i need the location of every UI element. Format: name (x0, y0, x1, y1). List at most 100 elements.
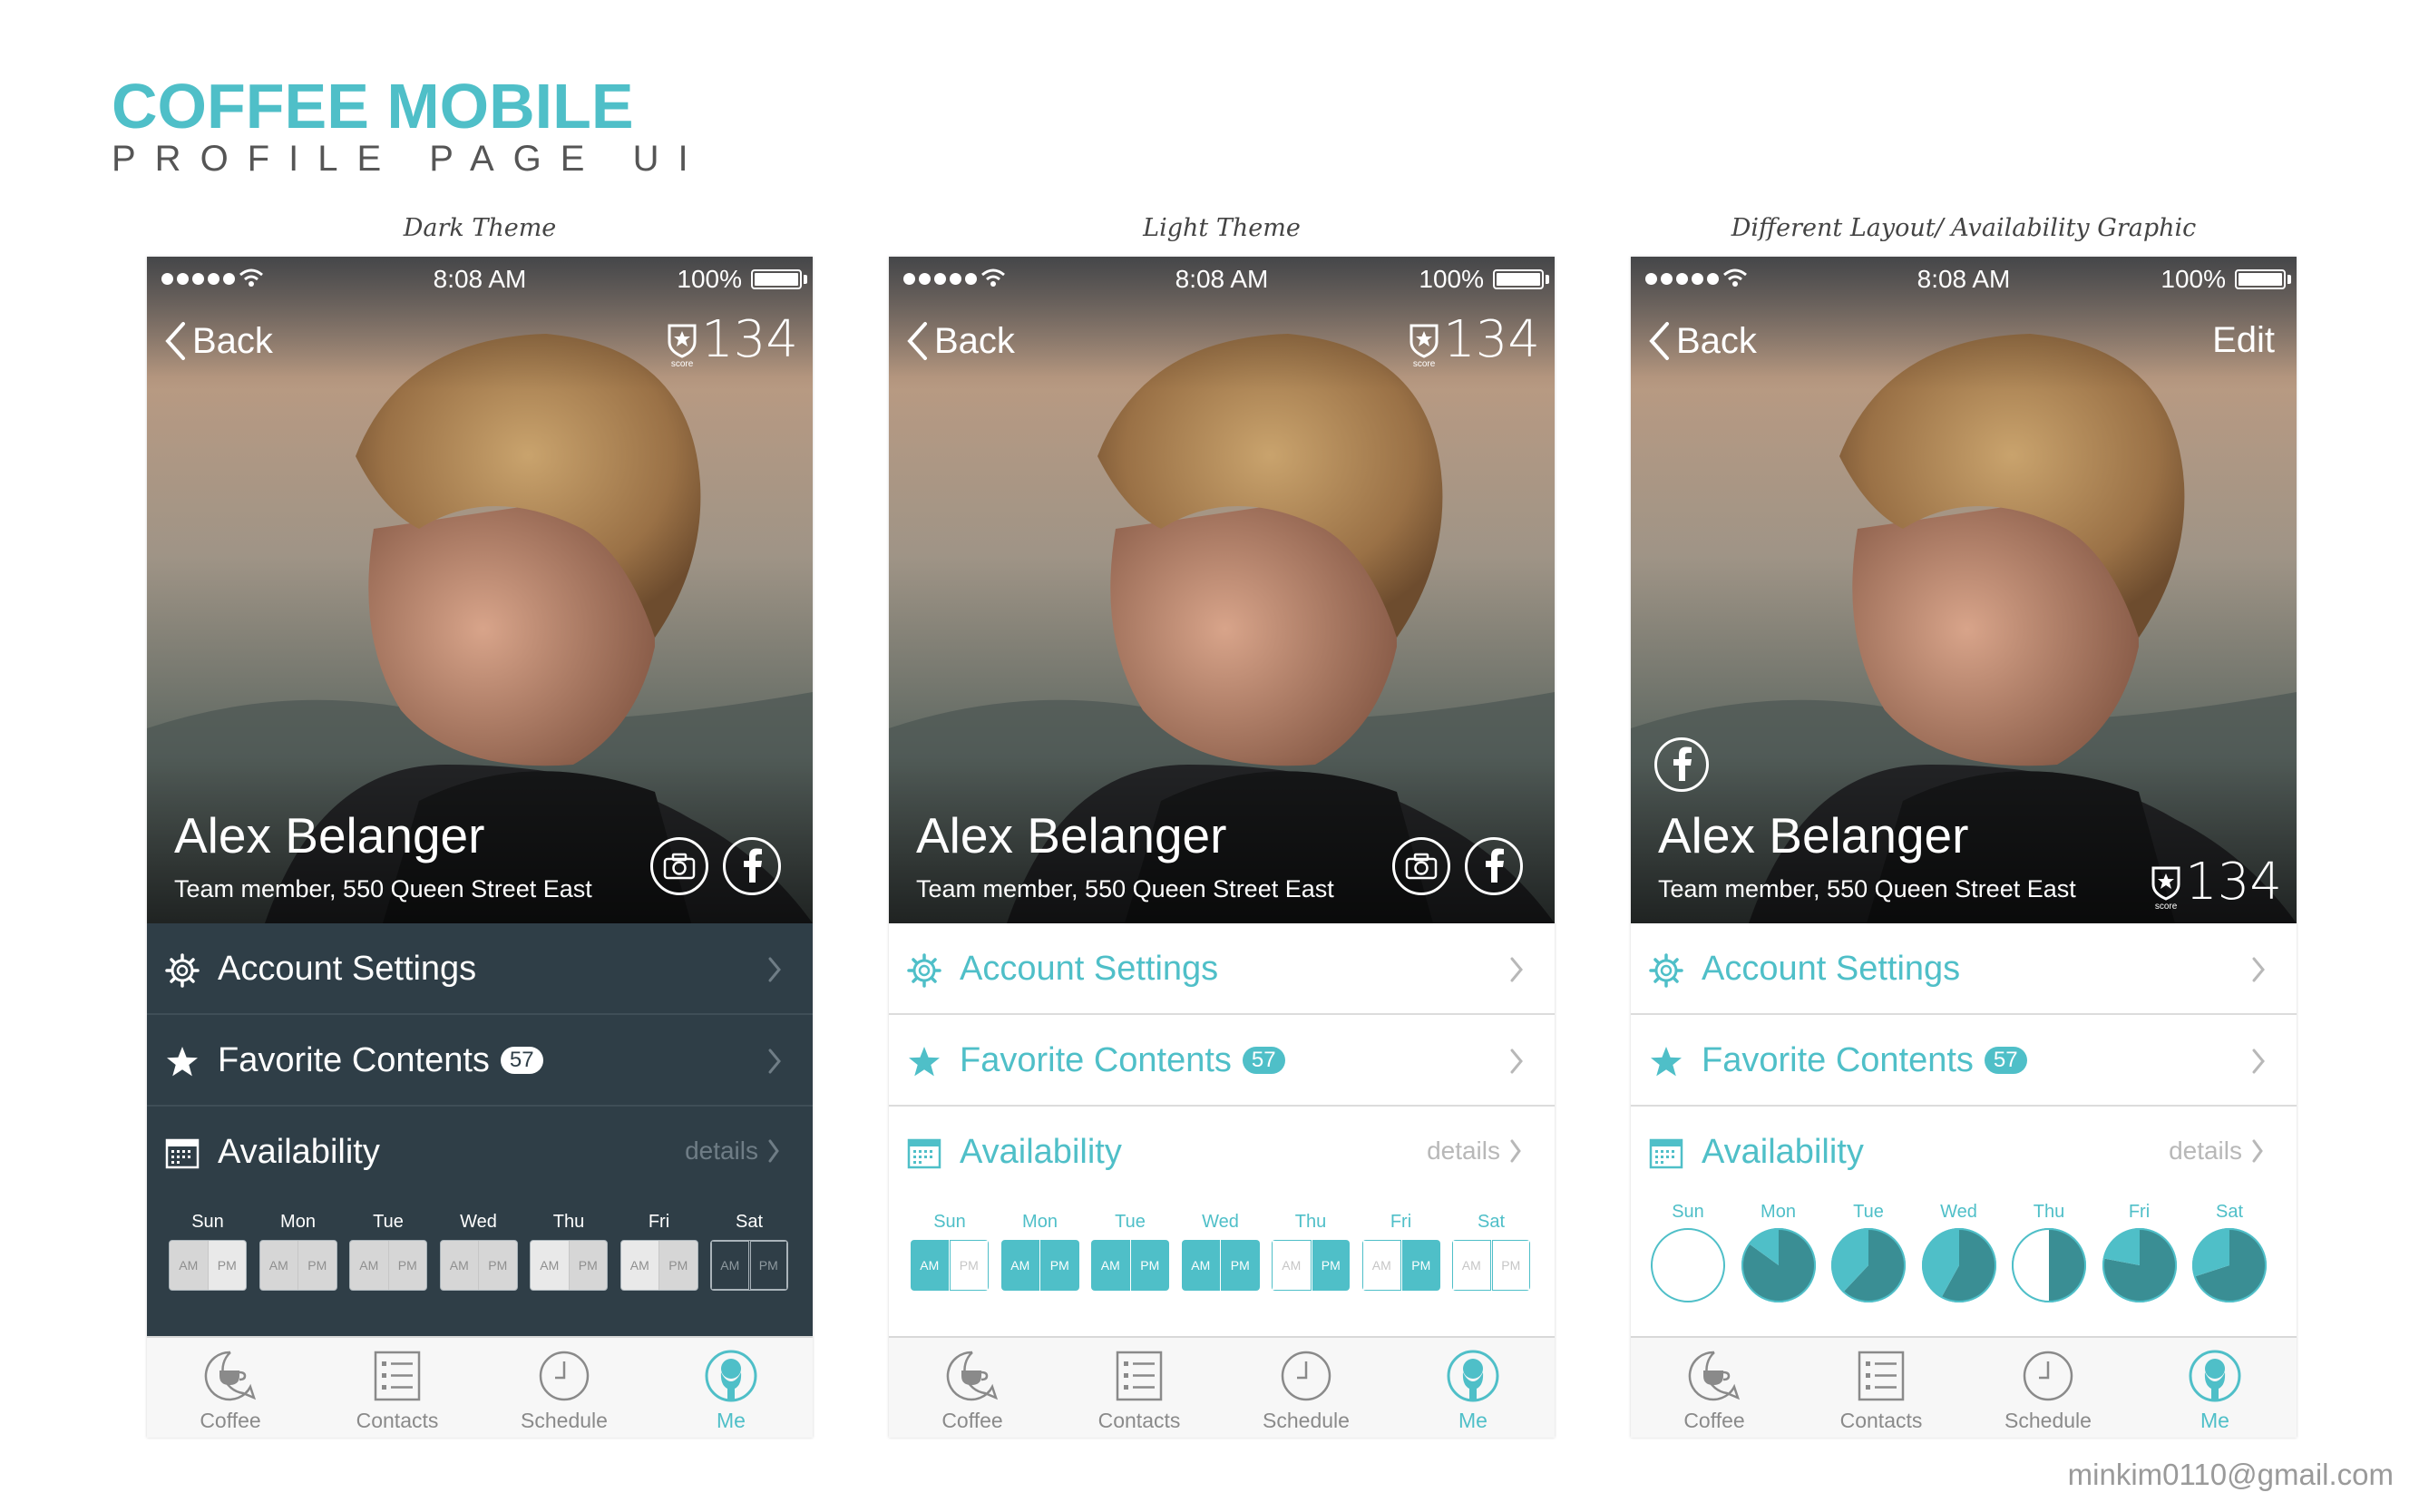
back-button[interactable]: Back (163, 320, 273, 362)
slot-am[interactable]: AM (1181, 1240, 1220, 1291)
availability-details-link[interactable]: details (1427, 1136, 1522, 1166)
tab-coffee[interactable]: Coffee (889, 1338, 1056, 1438)
slot-am[interactable]: AM (170, 1241, 208, 1290)
facebook-icon (1673, 746, 1692, 781)
facebook-button[interactable] (1465, 837, 1523, 895)
tab-coffee[interactable]: Coffee (147, 1338, 314, 1438)
profile-role: Team member, 550 Queen Street East (916, 875, 1334, 902)
slot-pm[interactable]: PM (388, 1241, 426, 1290)
slot-am[interactable]: AM (1091, 1240, 1130, 1291)
tab-contacts[interactable]: Contacts (314, 1338, 481, 1438)
camera-button[interactable] (650, 837, 708, 895)
tab-me[interactable]: Me (2131, 1338, 2297, 1438)
availability-day-thu[interactable]: Thu AM PM (530, 1209, 608, 1291)
slot-pm[interactable]: PM (1491, 1240, 1530, 1291)
back-button[interactable]: Back (905, 320, 1015, 362)
edit-button[interactable]: Edit (2212, 320, 2275, 361)
availability-details-link[interactable]: details (685, 1136, 780, 1166)
account-settings-row[interactable]: Account Settings (147, 923, 813, 1013)
slot-am[interactable]: AM (1452, 1240, 1491, 1291)
account-settings-label: Account Settings (960, 950, 1219, 988)
coffee-cup-icon (1688, 1351, 1741, 1401)
slot-pm[interactable]: PM (659, 1241, 697, 1290)
tab-contacts[interactable]: Contacts (1056, 1338, 1223, 1438)
availability-day-fri[interactable]: Fri AM PM (619, 1209, 698, 1291)
slot-am[interactable]: AM (911, 1240, 949, 1291)
availability-day-tue[interactable]: Tue AM PM (349, 1209, 427, 1291)
slot-am[interactable]: AM (531, 1241, 569, 1290)
camera-button[interactable] (1392, 837, 1450, 895)
slot-am[interactable]: AM (711, 1241, 749, 1290)
favorite-contents-row[interactable]: Favorite Contents 57 (1631, 1015, 2297, 1105)
chevron-left-icon (907, 322, 927, 360)
slot-pm[interactable]: PM (1402, 1240, 1440, 1291)
tab-schedule[interactable]: Schedule (1223, 1338, 1390, 1438)
availability-row[interactable]: Availability details (147, 1107, 813, 1196)
favorite-contents-row[interactable]: Favorite Contents 57 (889, 1015, 1555, 1105)
availability-label: Availability (1702, 1133, 1864, 1171)
slot-pm[interactable]: PM (949, 1240, 989, 1291)
clock-icon (539, 1351, 590, 1401)
back-label: Back (192, 320, 273, 361)
availability-day-sat[interactable]: Sat AM PM (710, 1209, 788, 1291)
slot-am[interactable]: AM (350, 1241, 388, 1290)
battery-icon (2235, 269, 2286, 289)
tab-schedule[interactable]: Schedule (481, 1338, 648, 1438)
slot-am[interactable]: AM (440, 1241, 478, 1290)
account-settings-label: Account Settings (1702, 950, 1961, 988)
availability-day-tue[interactable]: Tue AM PM (1091, 1209, 1169, 1291)
availability-day-fri[interactable]: Fri AM PM (1361, 1209, 1440, 1291)
tab-me-label: Me (717, 1409, 746, 1432)
slot-pm[interactable]: PM (1040, 1240, 1079, 1291)
slot-am[interactable]: AM (259, 1241, 297, 1290)
tab-me[interactable]: Me (648, 1338, 813, 1438)
facebook-button[interactable] (1654, 737, 1709, 792)
slot-am[interactable]: AM (1361, 1240, 1401, 1291)
tab-schedule[interactable]: Schedule (1965, 1338, 2131, 1438)
star-icon (909, 1047, 940, 1077)
slot-am[interactable]: AM (620, 1241, 658, 1290)
shield-star-icon: score (1407, 322, 1441, 369)
favorite-contents-row[interactable]: Favorite Contents 57 (147, 1015, 813, 1105)
availability-details-link[interactable]: details (2169, 1136, 2264, 1166)
availability-day-sun[interactable]: Sun AM PM (169, 1209, 247, 1291)
tab-coffee[interactable]: Coffee (1631, 1338, 1798, 1438)
availability-day-sun[interactable]: Sun AM PM (911, 1209, 989, 1291)
tab-me[interactable]: Me (1390, 1338, 1555, 1438)
slot-pm[interactable]: PM (208, 1241, 246, 1290)
tab-contacts[interactable]: Contacts (1798, 1338, 1965, 1438)
gear-icon (1649, 953, 1683, 988)
slot-pm[interactable]: PM (298, 1241, 337, 1290)
slot-pm[interactable]: PM (1221, 1240, 1260, 1291)
star-icon (1651, 1047, 1682, 1077)
slot-pm[interactable]: PM (1130, 1240, 1169, 1291)
availability-day-wed[interactable]: Wed AM PM (1181, 1209, 1260, 1291)
chevron-right-icon (768, 1139, 779, 1163)
availability-day-sat[interactable]: Sat AM PM (1452, 1209, 1530, 1291)
slot-am[interactable]: AM (1272, 1240, 1312, 1291)
slot-am[interactable]: AM (1000, 1240, 1039, 1291)
slot-pm[interactable]: PM (749, 1241, 787, 1290)
score-value: 134 (1443, 310, 1540, 369)
account-settings-row[interactable]: Account Settings (1631, 923, 2297, 1013)
shield-star-icon: score (665, 322, 699, 369)
availability-row[interactable]: Availability details (1631, 1107, 2297, 1196)
availability-day-wed[interactable]: Wed AM PM (439, 1209, 518, 1291)
availability-row[interactable]: Availability details (889, 1107, 1555, 1196)
chevron-right-icon (1510, 1139, 1521, 1163)
slot-pm[interactable]: PM (569, 1241, 607, 1290)
calendar-icon (907, 1138, 941, 1169)
availability-day-mon[interactable]: Mon AM PM (258, 1209, 337, 1291)
availability-pie-fri: Fri (2101, 1200, 2179, 1310)
slot-pm[interactable]: PM (479, 1241, 517, 1290)
back-button[interactable]: Back (1647, 320, 1757, 362)
account-settings-row[interactable]: Account Settings (889, 923, 1555, 1013)
person-icon (2189, 1350, 2241, 1402)
slot-pm[interactable]: PM (1312, 1240, 1350, 1291)
phone-alt-layout: 8:08 AM 100% Back score 134 Alex Belange… (1631, 257, 2297, 1438)
tab-contacts-label: Contacts (1839, 1409, 1923, 1432)
availability-day-thu[interactable]: Thu AM PM (1272, 1209, 1350, 1291)
facebook-button[interactable] (723, 837, 781, 895)
availability-day-mon[interactable]: Mon AM PM (1000, 1209, 1079, 1291)
chevron-right-icon (1510, 1049, 1523, 1074)
